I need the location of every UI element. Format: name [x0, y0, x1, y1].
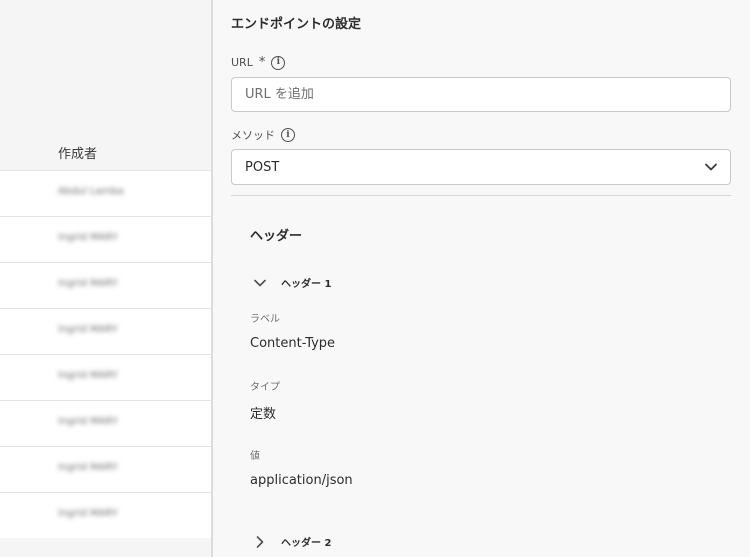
- label-caption: ラベル: [250, 314, 280, 325]
- url-input[interactable]: [231, 77, 731, 112]
- author-cell: Ingrid MARY: [58, 324, 118, 335]
- method-select-value: POST: [245, 160, 280, 175]
- value-caption: 値: [250, 451, 260, 462]
- table-body: Abdul Lamba Ingrid MARY Ingrid MARY Ingr…: [0, 170, 212, 538]
- author-cell: Ingrid MARY: [58, 416, 118, 427]
- chevron-right-icon: [256, 535, 264, 548]
- table-header-row: [0, 123, 212, 170]
- label-value: Content-Type: [250, 336, 336, 351]
- headers-section-title: ヘッダー: [250, 229, 303, 244]
- info-icon[interactable]: i: [281, 128, 295, 142]
- value-value: application/json: [250, 473, 353, 488]
- header-2-toggle[interactable]: ヘッダー 2: [253, 534, 331, 549]
- method-select[interactable]: POST: [231, 149, 731, 185]
- table-row[interactable]: Ingrid MARY: [0, 308, 212, 354]
- method-field-label: メソッド i: [231, 127, 295, 143]
- section-separator: [231, 195, 731, 196]
- table-row[interactable]: Abdul Lamba: [0, 170, 212, 216]
- header-2-label: ヘッダー 2: [281, 538, 332, 549]
- type-value: 定数: [250, 407, 277, 422]
- required-asterisk: *: [258, 55, 266, 70]
- endpoint-config-panel: エンドポイントの設定 URL * i メソッド i POST ヘッダー ヘッダー…: [213, 0, 750, 557]
- chevron-down-icon: [254, 279, 266, 286]
- table-panel: 作成者 Abdul Lamba Ingrid MARY Ingrid MARY …: [0, 0, 212, 557]
- author-cell: Ingrid MARY: [58, 508, 118, 519]
- panel-title: エンドポイントの設定: [231, 17, 362, 32]
- author-cell: Ingrid MARY: [58, 370, 118, 381]
- url-field-label: URL * i: [231, 55, 286, 70]
- column-header-author[interactable]: 作成者: [58, 143, 97, 162]
- method-label-text: メソッド: [231, 129, 275, 142]
- table-row[interactable]: Ingrid MARY: [0, 354, 212, 400]
- author-cell: Ingrid MARY: [58, 462, 118, 473]
- table-row[interactable]: Ingrid MARY: [0, 492, 212, 538]
- header-1-toggle[interactable]: ヘッダー 1: [253, 275, 331, 290]
- author-cell: Abdul Lamba: [58, 186, 124, 197]
- author-cell: Ingrid MARY: [58, 278, 118, 289]
- header-1-label: ヘッダー 1: [281, 279, 332, 290]
- chevron-down-icon: [705, 163, 717, 171]
- type-caption: タイプ: [250, 382, 280, 393]
- table-toolbar-area: [0, 0, 212, 123]
- author-cell: Ingrid MARY: [58, 232, 118, 243]
- table-row[interactable]: Ingrid MARY: [0, 262, 212, 308]
- url-label-text: URL: [231, 56, 253, 69]
- table-row[interactable]: Ingrid MARY: [0, 446, 212, 492]
- table-row[interactable]: Ingrid MARY: [0, 400, 212, 446]
- info-icon[interactable]: i: [271, 55, 286, 70]
- table-row[interactable]: Ingrid MARY: [0, 216, 212, 262]
